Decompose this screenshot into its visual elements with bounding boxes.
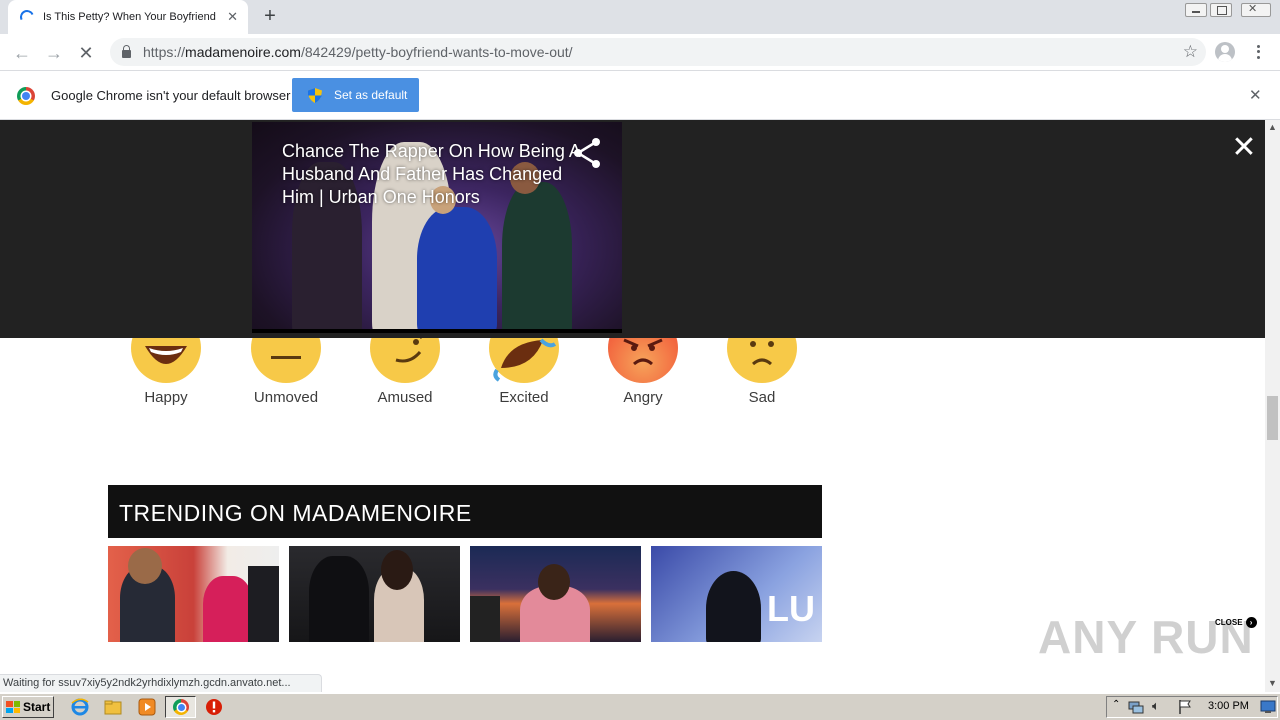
address-bar[interactable]: https://madamenoire.com/842429/petty-boy…: [110, 38, 1206, 66]
windows-taskbar: Start ⌃ 🔈︎: [0, 693, 1280, 720]
ad-close-arrow-icon: ›: [1245, 617, 1257, 628]
sticky-video-overlay: [0, 120, 1265, 338]
reaction-sad[interactable]: Sad: [712, 338, 812, 406]
reaction-excited[interactable]: Excited: [474, 338, 574, 406]
lock-icon: [122, 45, 131, 58]
show-hidden-icons-chevron-icon[interactable]: ⌃: [1112, 699, 1120, 710]
forward-arrow-icon[interactable]: →: [43, 42, 65, 64]
windows-logo-icon: [6, 701, 20, 713]
scroll-up-arrow-icon[interactable]: ▲: [1268, 122, 1277, 132]
minimize-button[interactable]: [1183, 0, 1209, 20]
status-bubble: Waiting for ssuv7xiy5y2ndk2yrhdixlymzh.g…: [0, 674, 322, 692]
blocked-stop-icon[interactable]: [205, 698, 223, 716]
neutral-face-icon: [251, 338, 321, 383]
file-explorer-icon[interactable]: [104, 698, 122, 716]
tab-close-icon[interactable]: ✕: [227, 9, 238, 25]
infobar-close-icon[interactable]: ✕: [1249, 86, 1262, 104]
stop-loading-icon[interactable]: ✕: [75, 42, 97, 64]
loading-spinner-icon: [18, 8, 36, 26]
reaction-bar: Happy Unmoved Amused Excited Angry Sad: [108, 338, 822, 418]
taskbar-clock: 3:00 PM: [1208, 700, 1249, 712]
chrome-logo-icon: [17, 87, 35, 105]
profile-avatar-icon[interactable]: [1215, 42, 1235, 62]
new-tab-button[interactable]: +: [260, 5, 280, 27]
reaction-happy[interactable]: Happy: [116, 338, 216, 406]
video-player[interactable]: Chance The Rapper On How Being A Husband…: [252, 122, 622, 333]
chrome-menu-icon[interactable]: [1250, 42, 1266, 62]
video-title: Chance The Rapper On How Being A Husband…: [282, 141, 580, 207]
trending-thumbnail[interactable]: [470, 546, 641, 642]
browser-tab[interactable]: Is This Petty? When Your Boyfriend ✕: [8, 0, 248, 34]
show-desktop-icon[interactable]: [1260, 699, 1276, 715]
rofl-face-icon: [489, 338, 559, 383]
sad-face-icon: [727, 338, 797, 383]
smirk-face-icon: [370, 338, 440, 383]
trending-thumbnail[interactable]: [108, 546, 279, 642]
uac-shield-icon: [308, 87, 322, 103]
reaction-amused[interactable]: Amused: [355, 338, 455, 406]
infobar-message: Google Chrome isn't your default browser: [51, 88, 291, 103]
set-as-default-label: Set as default: [334, 88, 408, 102]
trending-thumbnail[interactable]: [289, 546, 460, 642]
grinning-face-icon: [131, 338, 201, 383]
chrome-taskbar-button[interactable]: [165, 696, 196, 718]
window-close-button[interactable]: [1240, 0, 1272, 20]
trending-header: TRENDING ON MADAMENOIRE: [108, 485, 822, 538]
scroll-down-arrow-icon[interactable]: ▼: [1268, 678, 1277, 688]
ad-close-button[interactable]: CLOSE ›: [1215, 617, 1257, 628]
volume-icon[interactable]: 🔈︎: [1152, 698, 1160, 714]
overlay-close-icon[interactable]: ✕: [1230, 133, 1258, 163]
set-as-default-button[interactable]: Set as default: [292, 78, 419, 112]
internet-explorer-icon[interactable]: [71, 698, 89, 716]
maximize-button[interactable]: [1208, 0, 1234, 20]
trending-thumbnail[interactable]: LU: [651, 546, 822, 642]
video-progress-bar[interactable]: [252, 329, 622, 333]
url-text: https://madamenoire.com/842429/petty-boy…: [143, 44, 573, 60]
reaction-angry[interactable]: Angry: [593, 338, 693, 406]
chrome-icon: [173, 699, 189, 715]
start-button[interactable]: Start: [2, 696, 54, 718]
back-arrow-icon[interactable]: ←: [11, 42, 33, 64]
network-icon[interactable]: [1128, 699, 1144, 715]
browser-toolbar: ← → ✕ https://madamenoire.com/842429/pet…: [0, 34, 1280, 71]
scrollbar-thumb[interactable]: [1267, 396, 1278, 440]
share-icon[interactable]: [570, 136, 604, 170]
action-center-flag-icon[interactable]: [1177, 699, 1193, 715]
reaction-unmoved[interactable]: Unmoved: [236, 338, 336, 406]
video-figure-blue-dress: [417, 207, 497, 333]
media-player-icon[interactable]: [138, 698, 156, 716]
trending-title: TRENDING ON MADAMENOIRE: [119, 500, 472, 526]
bookmark-star-icon[interactable]: ☆: [1183, 42, 1198, 62]
angry-face-icon: [608, 338, 678, 383]
tab-title: Is This Petty? When Your Boyfriend: [43, 11, 216, 23]
